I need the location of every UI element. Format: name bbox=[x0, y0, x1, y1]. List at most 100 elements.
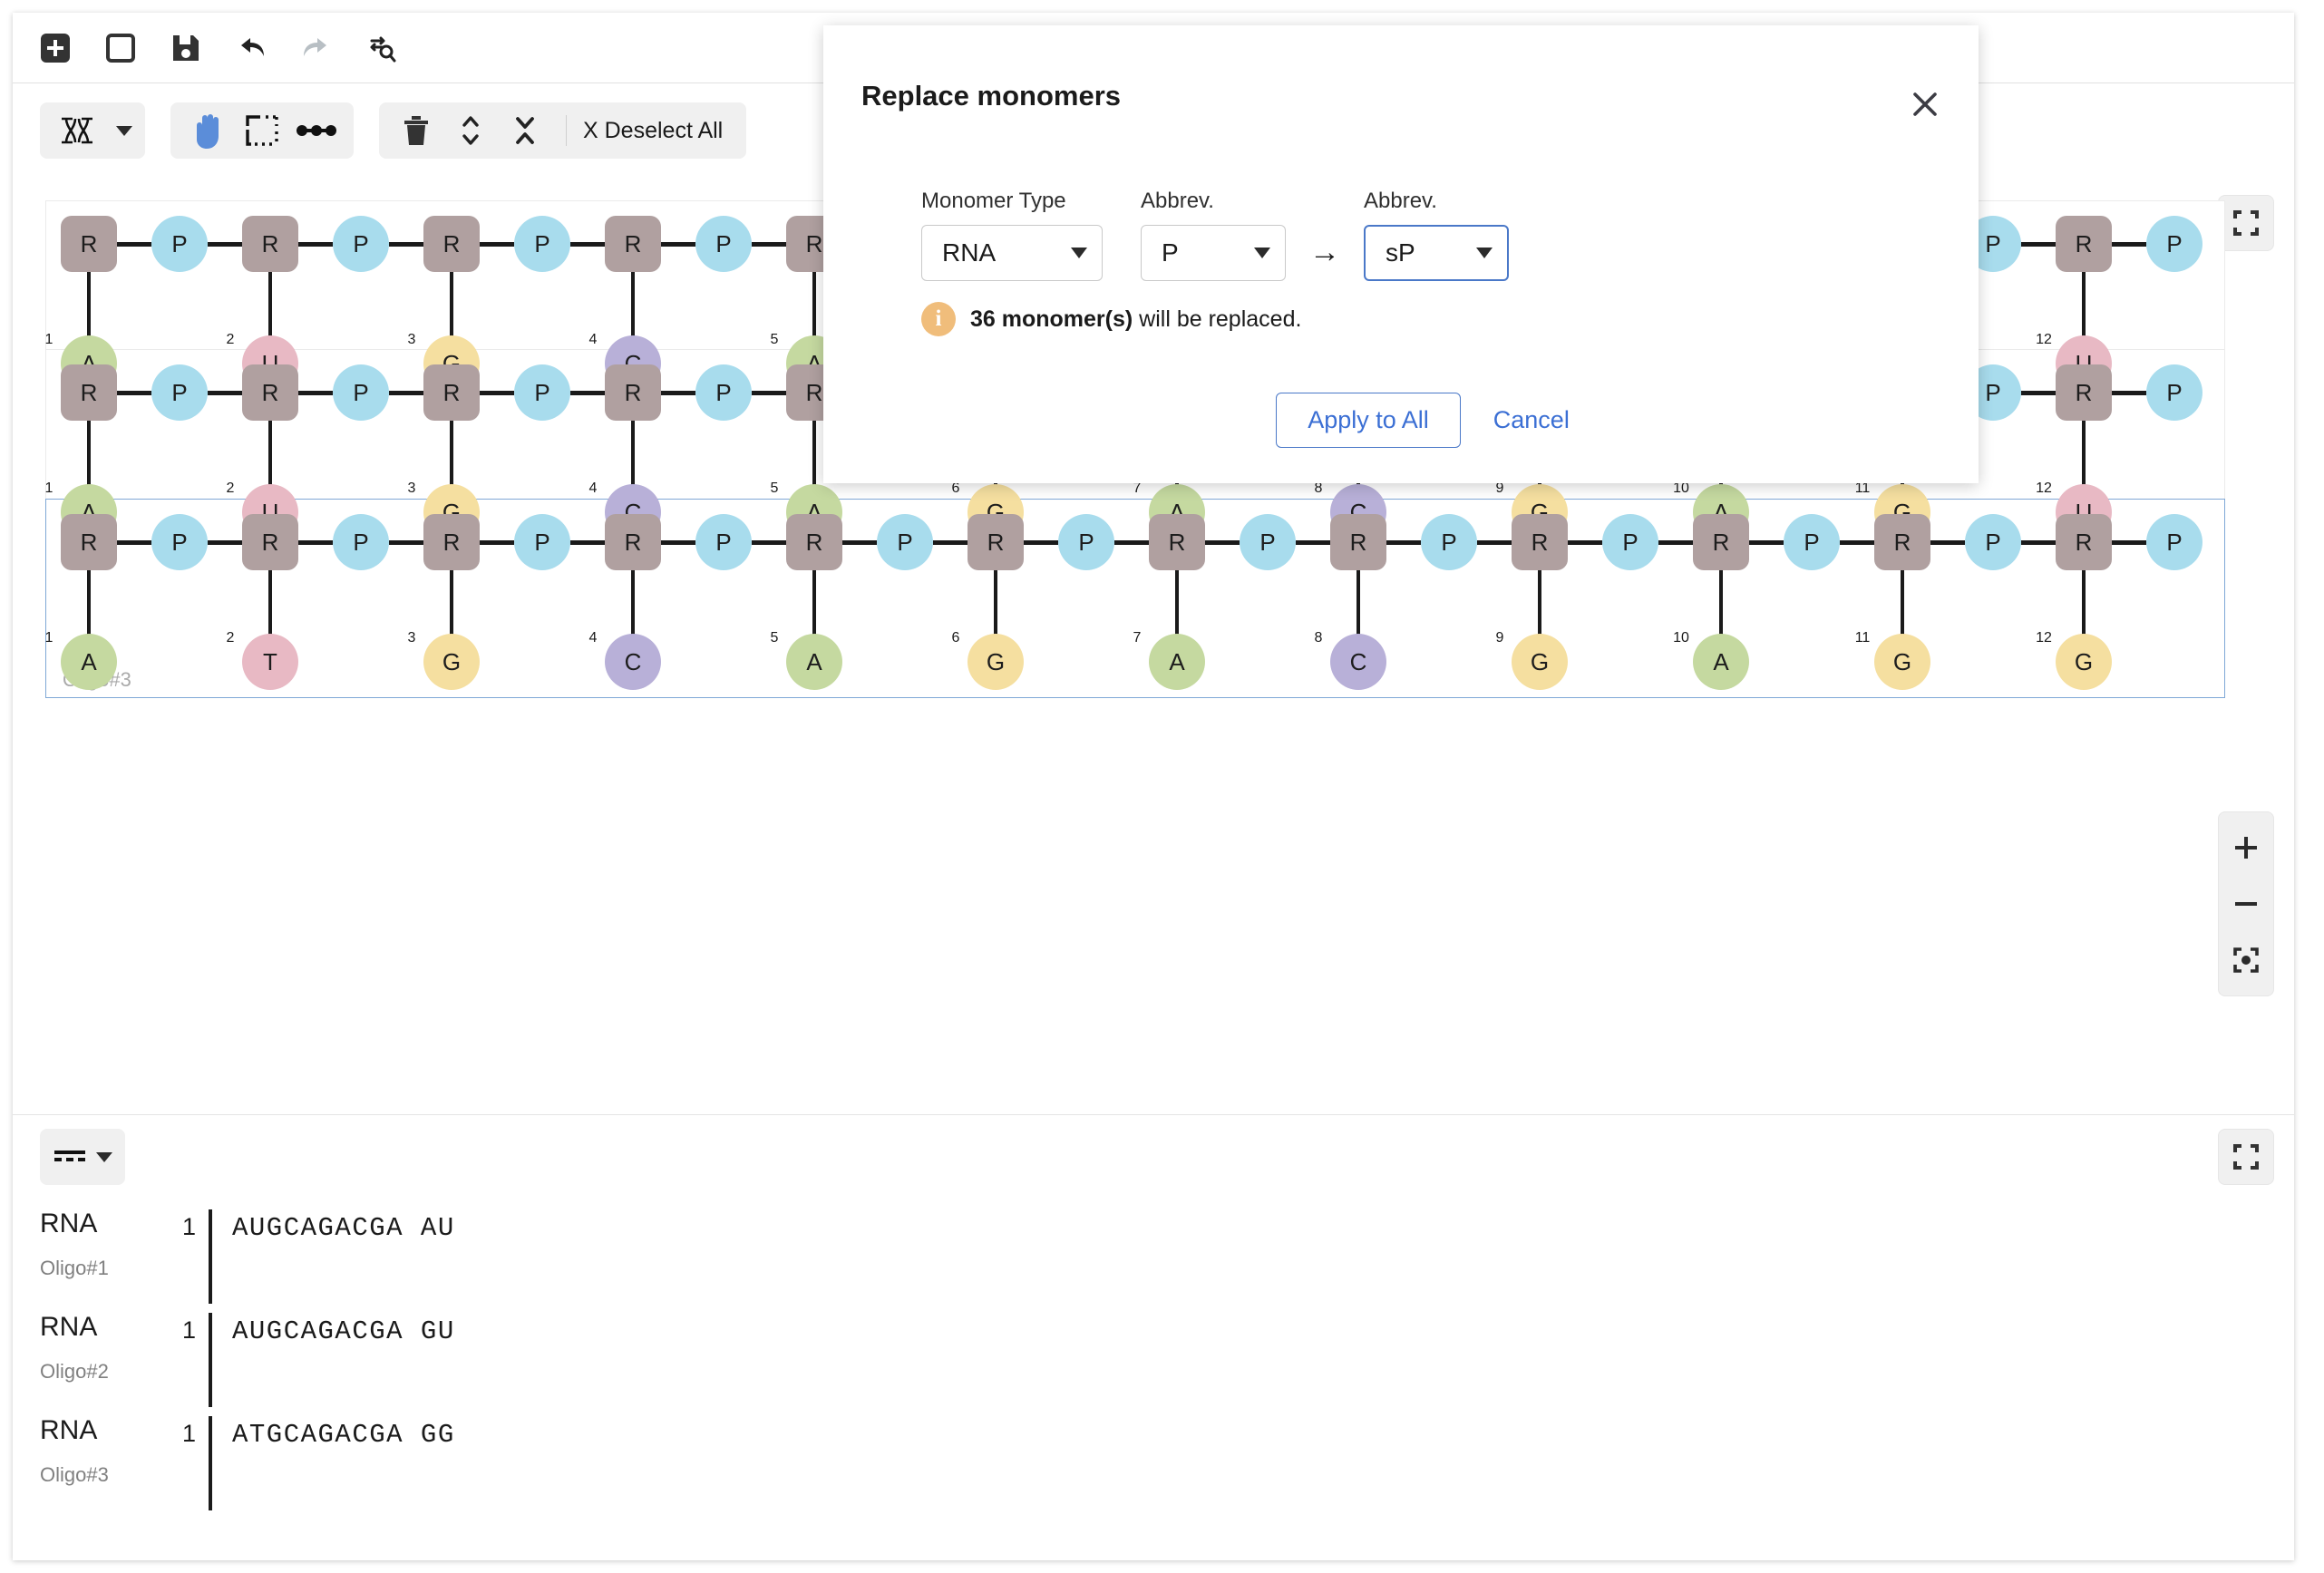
base-monomer[interactable]: T bbox=[242, 634, 298, 690]
cancel-button[interactable]: Cancel bbox=[1488, 405, 1575, 435]
phosphate-monomer[interactable]: P bbox=[514, 364, 570, 421]
sugar-monomer[interactable]: R bbox=[1693, 514, 1749, 570]
base-monomer[interactable]: G bbox=[2056, 634, 2112, 690]
sugar-monomer[interactable]: R bbox=[2056, 364, 2112, 421]
sugar-monomer[interactable]: R bbox=[968, 514, 1024, 570]
phosphate-monomer[interactable]: P bbox=[695, 216, 752, 272]
sugar-monomer[interactable]: R bbox=[242, 514, 298, 570]
phosphate-monomer[interactable]: P bbox=[2146, 514, 2202, 570]
chain-select-icon[interactable] bbox=[292, 108, 341, 153]
phosphate-monomer[interactable]: P bbox=[333, 514, 389, 570]
open-icon[interactable] bbox=[100, 27, 141, 69]
canvas-fullscreen-button[interactable] bbox=[2218, 195, 2274, 251]
undo-icon[interactable] bbox=[230, 27, 272, 69]
phosphate-monomer[interactable]: P bbox=[695, 514, 752, 570]
redo-icon[interactable] bbox=[296, 27, 337, 69]
hand-tool-icon[interactable] bbox=[183, 108, 232, 153]
base-position-number: 9 bbox=[1496, 630, 1504, 646]
collapse-icon[interactable] bbox=[501, 108, 549, 153]
bond-line bbox=[1024, 540, 1058, 545]
base-monomer[interactable]: A bbox=[1149, 634, 1205, 690]
sugar-monomer[interactable]: R bbox=[242, 216, 298, 272]
phosphate-monomer[interactable]: P bbox=[514, 514, 570, 570]
base-monomer[interactable]: G bbox=[968, 634, 1024, 690]
replace-monomers-dialog: Replace monomers Monomer Type RNA Abbrev… bbox=[823, 25, 1979, 483]
base-position-number: 10 bbox=[1673, 630, 1689, 646]
close-icon[interactable] bbox=[1906, 85, 1944, 123]
sugar-monomer[interactable]: R bbox=[786, 514, 842, 570]
phosphate-monomer[interactable]: P bbox=[514, 216, 570, 272]
base-monomer[interactable]: C bbox=[1330, 634, 1386, 690]
info-count: 36 monomer(s) bbox=[970, 306, 1133, 332]
sugar-monomer[interactable]: R bbox=[61, 364, 117, 421]
phosphate-monomer[interactable]: P bbox=[695, 364, 752, 421]
phosphate-monomer[interactable]: P bbox=[1602, 514, 1658, 570]
sequence-fullscreen-button[interactable] bbox=[2218, 1129, 2274, 1185]
delete-icon[interactable] bbox=[392, 108, 441, 153]
chevron-down-icon[interactable] bbox=[96, 1152, 112, 1162]
base-monomer[interactable]: G bbox=[1512, 634, 1568, 690]
sugar-monomer[interactable]: R bbox=[605, 514, 661, 570]
polymer-type-selector[interactable] bbox=[40, 102, 145, 159]
target-abbrev-select[interactable]: sP bbox=[1364, 225, 1509, 281]
sugar-monomer[interactable]: R bbox=[423, 364, 480, 421]
phosphate-monomer[interactable]: P bbox=[333, 364, 389, 421]
zoom-out-button[interactable] bbox=[2219, 876, 2273, 932]
sequence-row[interactable]: RNAOligo#21AUGCAGACGA GU bbox=[13, 1302, 2294, 1405]
chevron-down-icon[interactable] bbox=[116, 126, 132, 136]
base-monomer[interactable]: A bbox=[1693, 634, 1749, 690]
base-monomer[interactable]: A bbox=[61, 634, 117, 690]
save-icon[interactable] bbox=[165, 27, 207, 69]
sugar-monomer[interactable]: R bbox=[61, 216, 117, 272]
add-icon[interactable] bbox=[34, 27, 76, 69]
sugar-monomer[interactable]: R bbox=[1149, 514, 1205, 570]
sequence-row[interactable]: RNAOligo#11AUGCAGACGA AU bbox=[13, 1199, 2294, 1302]
base-monomer[interactable]: A bbox=[786, 634, 842, 690]
zoom-in-button[interactable] bbox=[2219, 820, 2273, 876]
base-monomer[interactable]: C bbox=[605, 634, 661, 690]
phosphate-monomer[interactable]: P bbox=[333, 216, 389, 272]
sugar-monomer[interactable]: R bbox=[242, 364, 298, 421]
base-monomer[interactable]: G bbox=[1874, 634, 1930, 690]
replace-monomers-icon[interactable] bbox=[361, 27, 403, 69]
phosphate-monomer[interactable]: P bbox=[1240, 514, 1296, 570]
phosphate-monomer[interactable]: P bbox=[2146, 216, 2202, 272]
sugar-monomer[interactable]: R bbox=[605, 364, 661, 421]
phosphate-monomer[interactable]: P bbox=[1784, 514, 1840, 570]
center-view-button[interactable] bbox=[2219, 932, 2273, 988]
phosphate-monomer[interactable]: P bbox=[151, 514, 208, 570]
phosphate-monomer[interactable]: P bbox=[151, 364, 208, 421]
sugar-monomer[interactable]: R bbox=[1874, 514, 1930, 570]
phosphate-monomer[interactable]: P bbox=[1965, 514, 2021, 570]
sequence-characters[interactable]: AUGCAGACGA GU bbox=[232, 1313, 455, 1346]
deselect-all-button[interactable]: X Deselect All bbox=[583, 118, 734, 144]
sugar-monomer[interactable]: R bbox=[423, 216, 480, 272]
phosphate-monomer[interactable]: P bbox=[2146, 364, 2202, 421]
base-connector bbox=[450, 421, 453, 488]
sugar-monomer[interactable]: R bbox=[1512, 514, 1568, 570]
bond-line bbox=[1658, 540, 1693, 545]
source-abbrev-select[interactable]: P bbox=[1141, 225, 1286, 281]
sequence-characters[interactable]: AUGCAGACGA AU bbox=[232, 1209, 455, 1243]
sequence-row[interactable]: RNAOligo#31ATGCAGACGA GG bbox=[13, 1405, 2294, 1509]
phosphate-monomer[interactable]: P bbox=[877, 514, 933, 570]
base-connector bbox=[268, 421, 272, 488]
sequence-characters[interactable]: ATGCAGACGA GG bbox=[232, 1416, 455, 1450]
sugar-monomer[interactable]: R bbox=[423, 514, 480, 570]
expand-icon[interactable] bbox=[446, 108, 495, 153]
phosphate-monomer[interactable]: P bbox=[1058, 514, 1114, 570]
monomer-type-select[interactable]: RNA bbox=[921, 225, 1103, 281]
phosphate-monomer[interactable]: P bbox=[1421, 514, 1477, 570]
oligo-row[interactable]: R1APR2TPR3GPR4CPR5APR6GPR7APR8CPR9GPR10A… bbox=[45, 499, 2225, 698]
bond-line bbox=[752, 242, 786, 247]
sugar-monomer[interactable]: R bbox=[1330, 514, 1386, 570]
base-monomer[interactable]: G bbox=[423, 634, 480, 690]
sequence-mode-selector[interactable] bbox=[40, 1129, 125, 1185]
sugar-monomer[interactable]: R bbox=[605, 216, 661, 272]
sugar-monomer[interactable]: R bbox=[2056, 216, 2112, 272]
sugar-monomer[interactable]: R bbox=[2056, 514, 2112, 570]
apply-to-all-button[interactable]: Apply to All bbox=[1276, 393, 1461, 448]
rectangle-select-icon[interactable] bbox=[238, 108, 287, 153]
sugar-monomer[interactable]: R bbox=[61, 514, 117, 570]
phosphate-monomer[interactable]: P bbox=[151, 216, 208, 272]
